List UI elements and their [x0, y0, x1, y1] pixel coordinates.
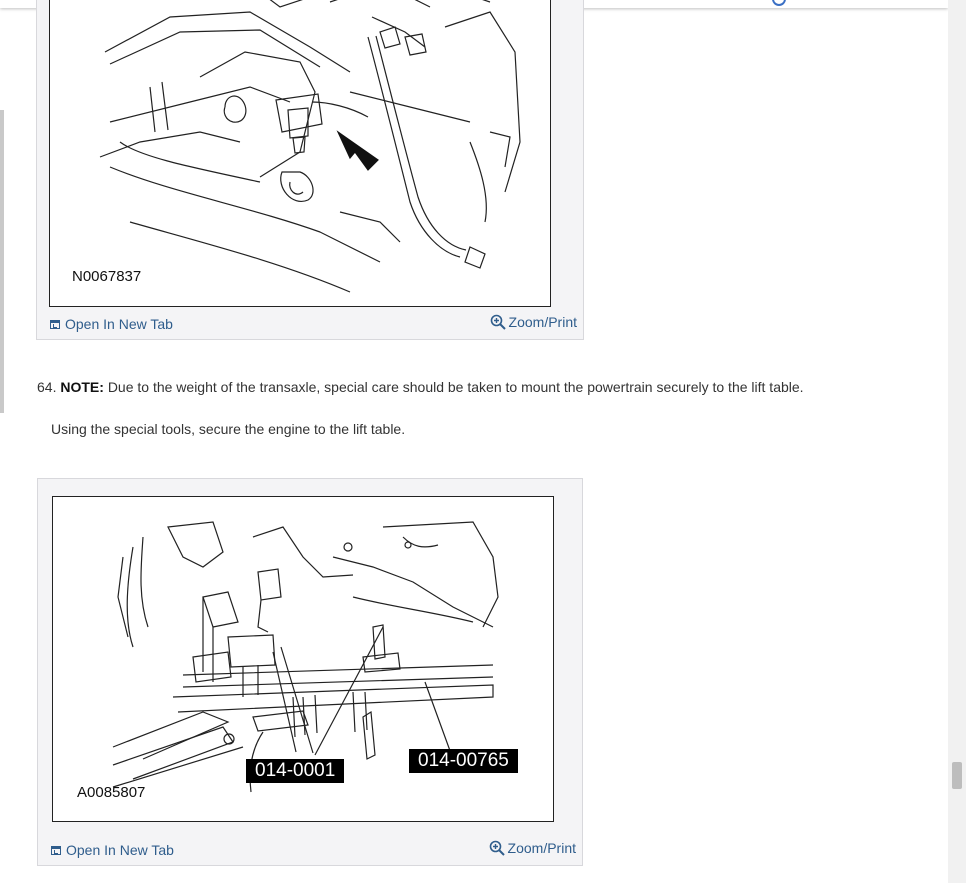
step-number: 64. — [37, 379, 57, 395]
figure-links-1: Open In New Tab Zoom/Print — [37, 311, 583, 339]
figure-panel-2: 014-0001 014-00765 A0085807 Open In New … — [37, 478, 583, 866]
magnifier-plus-icon — [489, 840, 505, 856]
open-new-tab-icon — [50, 319, 60, 329]
open-in-new-tab-link[interactable]: Open In New Tab — [51, 842, 174, 858]
zoom-print-link[interactable]: Zoom/Print — [489, 840, 576, 856]
open-in-new-tab-link[interactable]: Open In New Tab — [50, 316, 173, 332]
tool-label-2: 014-00765 — [409, 749, 518, 773]
vertical-scrollbar[interactable] — [948, 0, 966, 883]
step-64: 64. NOTE: Due to the weight of the trans… — [37, 379, 804, 395]
figure-code: A0085807 — [77, 784, 146, 801]
engine-mount-illustration — [99, 0, 521, 293]
figure-code: N0067837 — [72, 268, 142, 285]
zoom-print-link[interactable]: Zoom/Print — [490, 314, 577, 330]
note-text: Due to the weight of the transaxle, spec… — [107, 379, 804, 395]
zoom-print-label: Zoom/Print — [507, 840, 576, 856]
magnifier-plus-icon — [490, 314, 506, 330]
step-instruction: Using the special tools, secure the engi… — [51, 421, 406, 437]
open-in-new-tab-label: Open In New Tab — [66, 842, 174, 858]
scrollbar-thumb[interactable] — [952, 762, 962, 789]
toolbar-circle-icon[interactable] — [772, 0, 786, 6]
open-in-new-tab-label: Open In New Tab — [65, 316, 173, 332]
open-new-tab-icon — [51, 845, 61, 855]
figure-links-2: Open In New Tab Zoom/Print — [38, 837, 582, 865]
zoom-print-label: Zoom/Print — [508, 314, 577, 330]
figure-image-1: N0067837 — [49, 0, 551, 307]
tool-label-1: 014-0001 — [246, 759, 345, 783]
figure-image-2: 014-0001 014-00765 A0085807 — [52, 496, 554, 822]
figure-panel-1: N0067837 Open In New Tab Zoom/Print — [36, 0, 584, 340]
left-edge-scroll-indicator — [0, 110, 4, 413]
note-label: NOTE: — [60, 379, 104, 395]
